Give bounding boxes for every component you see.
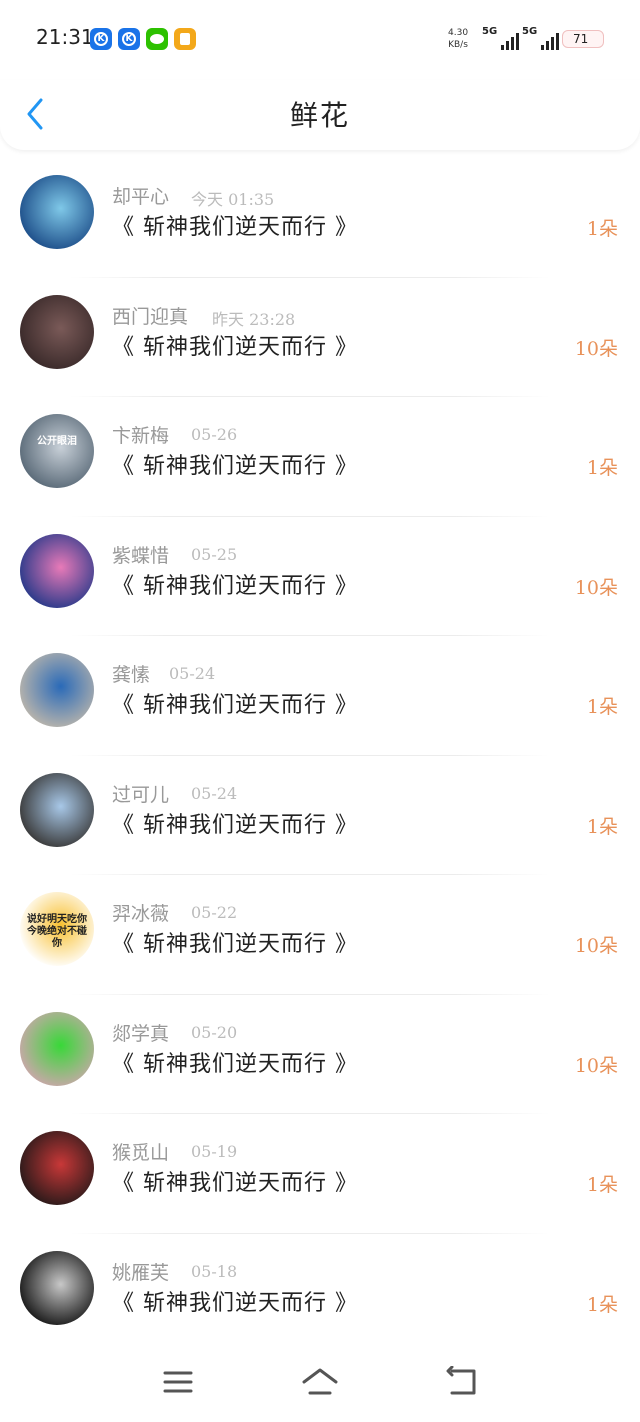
battery-icon: 71 (562, 30, 604, 48)
avatar-text: 公开眼泪 (37, 436, 77, 447)
home-button[interactable] (300, 1366, 340, 1398)
signal-icon: 5G (482, 26, 520, 50)
flower-count: 10朵 (574, 337, 618, 360)
signal-label: 5G (482, 26, 498, 37)
book-title[interactable]: 《 斩神我们逆天而行 》 (112, 1165, 358, 1197)
gift-date: 05-20 (191, 1022, 238, 1042)
status-time: 21:31 (36, 25, 94, 49)
flower-count: 1朵 (586, 457, 618, 479)
avatar[interactable] (20, 294, 94, 369)
user-name: 紫蝶惜 (112, 544, 170, 567)
book-title[interactable]: 《 斩神我们逆天而行 》 (112, 329, 358, 361)
note-app-icon (174, 28, 196, 50)
gift-date: 05-25 (191, 544, 238, 564)
flower-count: 10朵 (574, 1054, 618, 1077)
list-item[interactable]: 龚愫 05-24 《 斩神我们逆天而行 》 1朵 (0, 636, 640, 756)
page-title: 鲜花 (289, 99, 350, 132)
book-title[interactable]: 《 斩神我们逆天而行 》 (112, 448, 358, 480)
flower-list: 却平心 今天 01:35 《 斩神我们逆天而行 》 1朵 西门迎真 昨天 23:28 《 斩… (0, 158, 640, 1353)
k-app-icon: K (118, 28, 140, 50)
list-item[interactable]: 却平心 今天 01:35 《 斩神我们逆天而行 》 1朵 (0, 158, 640, 278)
flower-count: 1朵 (586, 696, 618, 718)
list-item[interactable]: 紫蝶惜 05-25 《 斩神我们逆天而行 》 10朵 (0, 517, 640, 636)
book-title[interactable]: 《 斩神我们逆天而行 》 (112, 807, 358, 839)
k-app-icon: K (90, 28, 112, 50)
user-name: 过可儿 (112, 783, 170, 806)
gift-date: 05-24 (169, 664, 216, 683)
user-name: 羿冰薇 (112, 903, 170, 925)
flower-count: 1朵 (586, 218, 618, 240)
book-title[interactable]: 《 斩神我们逆天而行 》 (112, 209, 358, 241)
list-item[interactable]: 公开眼泪 卞新梅 05-26 《 斩神我们逆天而行 》 1朵 (0, 397, 640, 517)
home-icon (302, 1368, 338, 1395)
user-name: 却平心 (112, 186, 170, 208)
menu-button[interactable] (158, 1366, 198, 1398)
flower-count: 10朵 (574, 935, 618, 957)
list-item[interactable]: 姚雁芙 05-18 《 斩神我们逆天而行 》 1朵 (0, 1234, 640, 1353)
signal-label: 5G (522, 26, 538, 37)
gift-date: 05-24 (191, 783, 238, 803)
user-name: 卞新梅 (112, 425, 170, 447)
avatar[interactable]: 说好明天吃你 今晚绝对不碰你 (20, 892, 94, 966)
signal-icon: 5G (522, 26, 560, 50)
gift-date: 05-22 (191, 903, 238, 922)
gift-date: 05-26 (191, 425, 238, 444)
wechat-icon (146, 28, 168, 50)
list-item[interactable]: 郯学真 05-20 《 斩神我们逆天而行 》 10朵 (0, 995, 640, 1114)
avatar[interactable]: 公开眼泪 (20, 414, 94, 488)
menu-icon (163, 1371, 193, 1393)
network-speed-value: 4.30 (448, 28, 469, 38)
book-title[interactable]: 《 斩神我们逆天而行 》 (112, 926, 358, 958)
system-back-button[interactable] (442, 1365, 482, 1398)
book-title[interactable]: 《 斩神我们逆天而行 》 (112, 568, 358, 600)
avatar[interactable] (20, 1250, 94, 1325)
user-name: 姚雁芙 (112, 1261, 170, 1284)
flower-count: 1朵 (586, 1293, 618, 1316)
header: 鲜花 (0, 80, 640, 150)
user-name: 龚愫 (112, 664, 151, 686)
status-bar: 21:31 K K 4.30 KB/s 5G 5G 71 (0, 0, 640, 80)
notification-icons: K K (90, 28, 196, 50)
gift-date: 05-18 (191, 1261, 238, 1281)
avatar[interactable] (20, 1011, 94, 1086)
book-title[interactable]: 《 斩神我们逆天而行 》 (112, 1046, 358, 1078)
avatar-text: 说好明天吃你 今晚绝对不碰你 (27, 914, 87, 949)
gift-date: 05-19 (191, 1142, 238, 1161)
avatar[interactable] (20, 653, 94, 727)
list-item[interactable]: 猴觅山 05-19 《 斩神我们逆天而行 》 1朵 (0, 1114, 640, 1234)
book-title[interactable]: 《 斩神我们逆天而行 》 (112, 1285, 358, 1317)
list-item[interactable]: 过可儿 05-24 《 斩神我们逆天而行 》 1朵 (0, 756, 640, 875)
gift-date: 今天 01:35 (191, 190, 275, 209)
avatar[interactable] (20, 1131, 94, 1205)
user-name: 郯学真 (112, 1022, 170, 1045)
avatar[interactable] (20, 175, 94, 249)
network-speed-unit: KB/s (448, 40, 468, 50)
network-speed: 4.30 KB/s (448, 27, 468, 51)
flower-count: 1朵 (586, 1174, 618, 1196)
book-title[interactable]: 《 斩神我们逆天而行 》 (112, 687, 358, 719)
list-item[interactable]: 说好明天吃你 今晚绝对不碰你 羿冰薇 05-22 《 斩神我们逆天而行 》 10朵 (0, 875, 640, 995)
battery-level: 71 (573, 32, 589, 46)
flower-count: 1朵 (586, 815, 618, 838)
user-name: 猴觅山 (112, 1142, 170, 1164)
navigation-bar (0, 1344, 640, 1422)
avatar[interactable] (20, 533, 94, 608)
back-icon (446, 1365, 476, 1395)
gift-date: 昨天 23:28 (212, 309, 296, 329)
user-name: 西门迎真 (112, 305, 189, 328)
flower-count: 10朵 (574, 576, 618, 599)
list-item[interactable]: 西门迎真 昨天 23:28 《 斩神我们逆天而行 》 10朵 (0, 278, 640, 397)
avatar[interactable] (20, 772, 94, 847)
